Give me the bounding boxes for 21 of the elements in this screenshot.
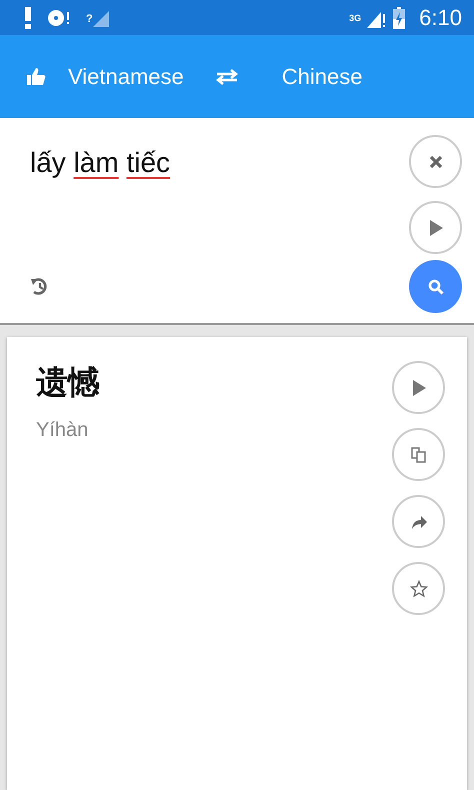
search-icon (428, 278, 444, 294)
close-icon (428, 154, 442, 168)
translation-text: 遗憾 (36, 363, 100, 402)
source-language-button[interactable]: Vietnamese (68, 64, 184, 90)
signal-icon (92, 8, 109, 26)
play-icon (428, 220, 442, 236)
signal-status-mark: ? (86, 12, 93, 24)
swap-icon[interactable] (216, 68, 238, 84)
battery-icon (393, 6, 406, 28)
network-type: 3G (349, 12, 362, 22)
target-language-button[interactable]: Chinese (282, 64, 362, 90)
share-arrow-icon (410, 514, 428, 530)
play-icon (412, 380, 426, 396)
alert-icon (24, 6, 32, 28)
pinyin-text: Yíhàn (36, 419, 90, 442)
clock: 6:10 (419, 4, 462, 30)
thumbs-up-icon[interactable] (26, 66, 46, 86)
input-field[interactable]: lấy làm tiếc (30, 147, 170, 179)
copy-icon (410, 446, 428, 464)
disc-icon (46, 8, 72, 28)
star-icon (410, 580, 428, 598)
